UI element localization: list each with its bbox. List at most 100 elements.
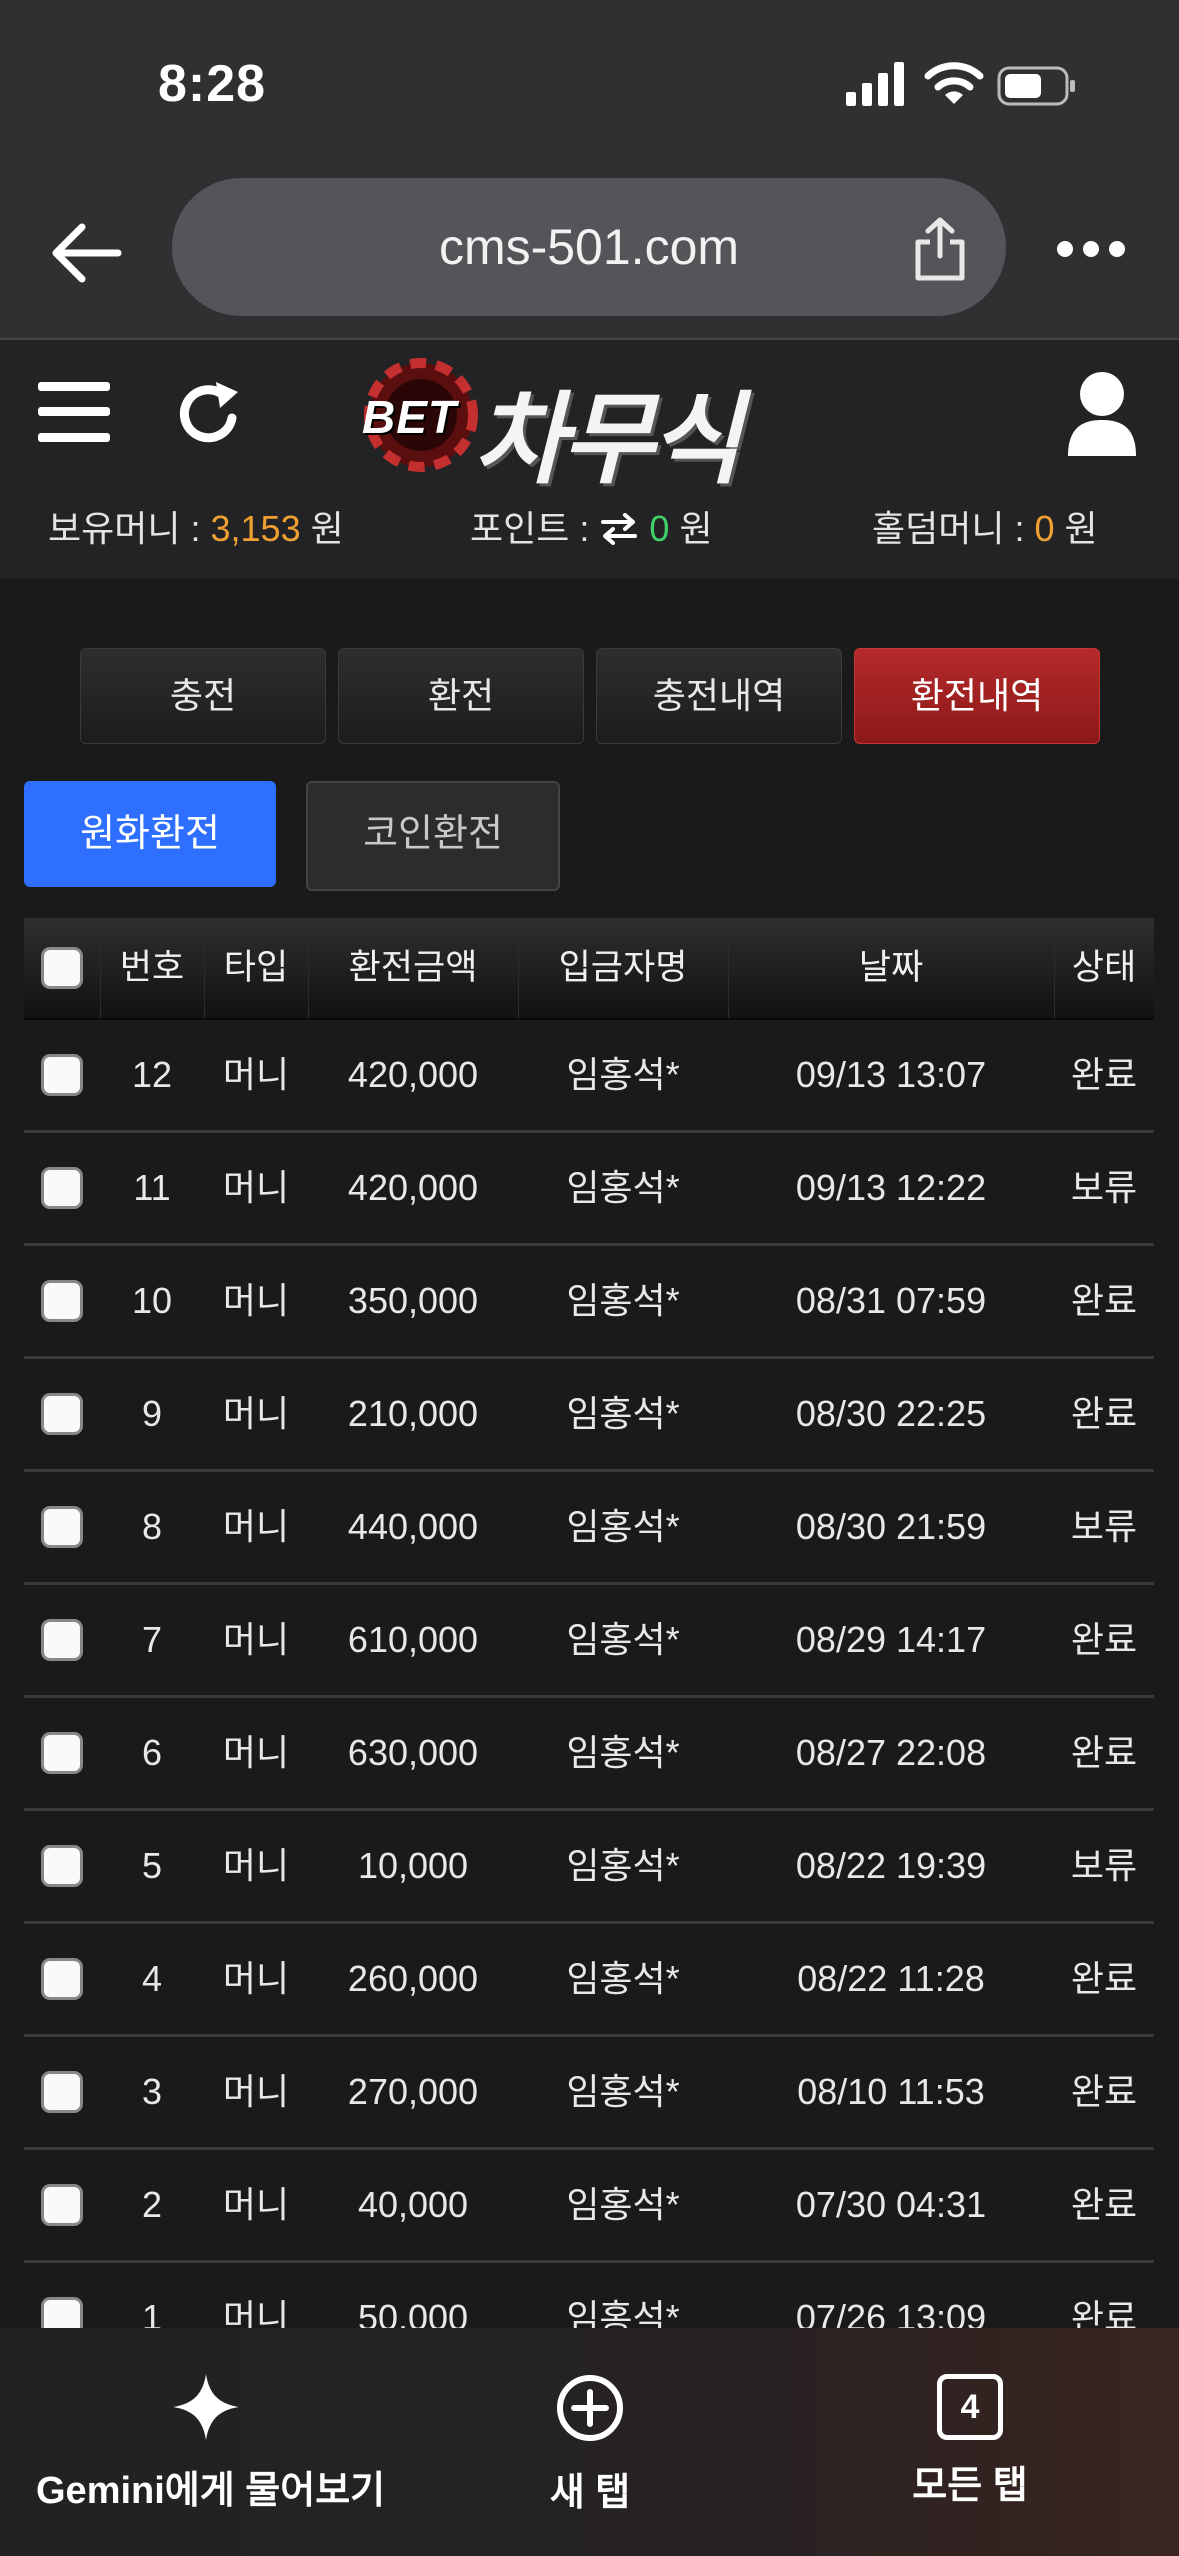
row-depositor: 임홍석* (566, 1054, 680, 1095)
exchange-arrows-icon[interactable] (599, 513, 639, 545)
row-checkbox[interactable] (41, 1506, 83, 1548)
row-amount: 270,000 (347, 2071, 479, 2112)
browser-toolbar: cms-501.com (0, 170, 1179, 340)
row-type: 머니 (222, 1619, 290, 1660)
cellular-signal-icon (846, 62, 904, 106)
gemini-label: Gemini에게 물어보기 (36, 2470, 386, 2512)
row-select-cell (24, 2150, 100, 2260)
col-amount: 환전금액 (308, 918, 519, 1018)
row-date: 07/30 04:31 (795, 2184, 987, 2225)
row-checkbox[interactable] (41, 1732, 83, 1774)
new-tab-button[interactable]: 새 탭 (490, 2374, 690, 2516)
row-checkbox[interactable] (41, 1280, 83, 1322)
row-status: 완료 (1070, 2184, 1138, 2225)
subtab-coin-withdraw[interactable]: 코인환전 (306, 781, 560, 891)
row-checkbox[interactable] (41, 2071, 83, 2113)
table-row: 9 머니 210,000 임홍석* 08/30 22:25 완료 (24, 1359, 1154, 1472)
table-row: 8 머니 440,000 임홍석* 08/30 21:59 보류 (24, 1472, 1154, 1585)
back-arrow-icon[interactable] (46, 218, 126, 288)
row-number: 4 (141, 1958, 163, 1999)
row-amount: 10,000 (357, 1845, 469, 1886)
row-depositor: 임홍석* (566, 1845, 680, 1886)
row-status: 완료 (1070, 1619, 1138, 1660)
refresh-icon[interactable] (176, 378, 244, 450)
gemini-sparkle-icon (173, 2374, 239, 2440)
withdraw-history-table: 번호 타입 환전금액 입금자명 날짜 상태 12 머니 420,000 임홍석* 09/… (24, 918, 1154, 2376)
row-select-cell (24, 1246, 100, 1356)
select-all-checkbox[interactable] (41, 947, 83, 989)
row-select-cell (24, 1585, 100, 1695)
row-status: 보류 (1070, 1167, 1138, 1208)
tab-deposit[interactable]: 충전 (80, 648, 326, 744)
row-depositor: 임홍석* (566, 1958, 680, 1999)
row-type: 머니 (222, 1393, 290, 1434)
new-tab-label: 새 탭 (549, 2472, 631, 2514)
row-date: 08/22 11:28 (797, 1958, 985, 1999)
row-status: 완료 (1070, 2071, 1138, 2112)
row-depositor: 임홍석* (566, 1619, 680, 1660)
row-checkbox[interactable] (41, 2184, 83, 2226)
address-bar[interactable]: cms-501.com (172, 178, 1006, 316)
row-select-cell (24, 1698, 100, 1808)
row-checkbox[interactable] (41, 1958, 83, 2000)
row-amount: 440,000 (347, 1506, 479, 1547)
main-content: 충전 환전 충전내역 환전내역 원화환전 코인환전 번호 타입 환전금액 입금자… (0, 578, 1179, 2376)
row-date: 09/13 12:22 (795, 1167, 987, 1208)
table-row: 11 머니 420,000 임홍석* 09/13 12:22 보류 (24, 1133, 1154, 1246)
row-checkbox[interactable] (41, 1054, 83, 1096)
holding-money-unit: 원 (310, 508, 344, 549)
col-number: 번호 (100, 918, 205, 1018)
table-row: 10 머니 350,000 임홍석* 08/31 07:59 완료 (24, 1246, 1154, 1359)
row-depositor: 임홍석* (566, 2071, 680, 2112)
row-depositor: 임홍석* (566, 1732, 680, 1773)
row-number: 7 (141, 1619, 163, 1660)
tab-withdraw-history[interactable]: 환전내역 (854, 648, 1100, 744)
row-type: 머니 (222, 1167, 290, 1208)
subtab-krw-withdraw[interactable]: 원화환전 (24, 781, 276, 887)
logo-badge: BET (362, 391, 457, 443)
row-amount: 210,000 (347, 1393, 479, 1434)
tab-deposit-history[interactable]: 충전내역 (596, 648, 842, 744)
all-tabs-button[interactable]: 4 모든 탭 (870, 2374, 1070, 2509)
gemini-button[interactable]: Gemini에게 물어보기 (36, 2374, 386, 2514)
row-checkbox[interactable] (41, 1393, 83, 1435)
row-amount: 420,000 (347, 1167, 479, 1208)
user-account-icon[interactable] (1066, 368, 1138, 458)
holdem-money: 홀덤머니 : 0 원 (872, 500, 1098, 552)
row-amount: 630,000 (347, 1732, 479, 1773)
holdem-money-label: 홀덤머니 : (872, 508, 1025, 549)
row-number: 12 (131, 1054, 173, 1095)
row-type: 머니 (222, 1506, 290, 1547)
points-value: 0 (649, 508, 670, 549)
share-icon[interactable] (910, 216, 970, 282)
holding-money-label: 보유머니 : (48, 508, 201, 549)
more-options-icon[interactable] (1056, 236, 1126, 262)
points: 포인트 : 0 원 (470, 500, 713, 552)
site-logo[interactable]: BET 차무식 (356, 350, 806, 496)
table-row: 7 머니 610,000 임홍석* 08/29 14:17 완료 (24, 1585, 1154, 1698)
row-amount: 260,000 (347, 1958, 479, 1999)
browser-bottom-bar: Gemini에게 물어보기 새 탭 4 모든 탭 (0, 2328, 1179, 2556)
table-row: 4 머니 260,000 임홍석* 08/22 11:28 완료 (24, 1924, 1154, 2037)
wifi-icon (924, 62, 984, 104)
row-number: 10 (131, 1280, 173, 1321)
row-status: 보류 (1070, 1845, 1138, 1886)
row-checkbox[interactable] (41, 1619, 83, 1661)
table-row: 5 머니 10,000 임홍석* 08/22 19:39 보류 (24, 1811, 1154, 1924)
row-status: 완료 (1070, 1393, 1138, 1434)
select-all-cell (24, 918, 101, 1018)
row-type: 머니 (222, 2184, 290, 2225)
row-checkbox[interactable] (41, 1845, 83, 1887)
holdem-money-value: 0 (1034, 508, 1055, 549)
url-text: cms-501.com (438, 219, 740, 275)
row-amount: 420,000 (347, 1054, 479, 1095)
row-amount: 610,000 (347, 1619, 479, 1660)
row-checkbox[interactable] (41, 1167, 83, 1209)
row-number: 6 (141, 1732, 163, 1773)
row-number: 3 (141, 2071, 163, 2112)
hamburger-menu-icon[interactable] (38, 380, 110, 444)
row-status: 완료 (1070, 1054, 1138, 1095)
holding-money-value: 3,153 (210, 508, 301, 549)
col-date: 날짜 (728, 918, 1055, 1018)
tab-withdraw[interactable]: 환전 (338, 648, 584, 744)
